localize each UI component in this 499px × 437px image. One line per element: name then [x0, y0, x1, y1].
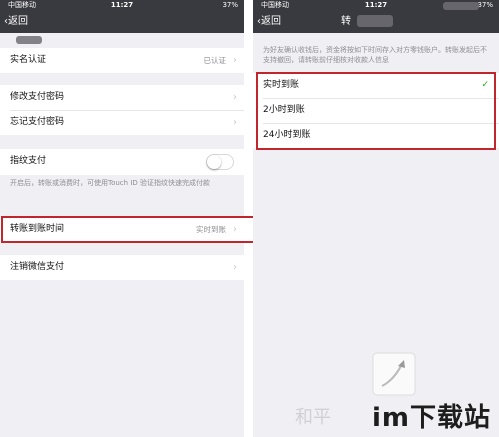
blurred-region: [443, 2, 479, 10]
realname-row[interactable]: 实名认证 已认证 ›: [0, 48, 244, 73]
option-24h-row[interactable]: 24小时到账: [253, 123, 499, 148]
back-label: 返回: [261, 16, 281, 27]
chevron-right-icon: ›: [233, 55, 237, 66]
option-label: 2小时到账: [263, 105, 305, 115]
realname-group: 实名认证 已认证 ›: [0, 48, 244, 73]
cancel-group: 注销微信支付 ›: [0, 255, 244, 280]
fingerprint-label: 指纹支付: [10, 156, 47, 166]
battery-percent: 37%: [222, 1, 238, 9]
transfer-time-row[interactable]: 转账到账时间 实时到账 ›: [0, 217, 244, 242]
transfer-time-group: 转账到账时间 实时到账 ›: [0, 217, 244, 242]
blurred-region: [357, 15, 393, 27]
faint-watermark-text: 和平: [295, 407, 331, 428]
change-password-row[interactable]: 修改支付密码 ›: [0, 85, 244, 110]
change-password-label: 修改支付密码: [10, 92, 65, 102]
realname-status: 已认证: [203, 56, 227, 65]
option-label: 实时到账: [263, 80, 300, 90]
back-button[interactable]: ‹返回: [257, 15, 281, 29]
chevron-right-icon: ›: [233, 224, 237, 235]
transfer-hint: 为好友确认收钱后，资金将按如下时间存入对方零钱账户。转账发起后不支持撤回，请转账…: [263, 46, 487, 64]
chevron-right-icon: ›: [233, 117, 237, 128]
nav-bar: ‹返回: [0, 11, 244, 33]
cancel-wechat-pay-label: 注销微信支付: [10, 262, 65, 272]
toggle-knob: [207, 155, 221, 169]
options-group: 实时到账 ✓ 2小时到账 24小时到账: [253, 73, 499, 148]
password-group: 修改支付密码 › 忘记支付密码 ›: [0, 85, 244, 135]
back-label: 返回: [8, 16, 28, 27]
transfer-time-value: 实时到账: [196, 225, 226, 234]
back-button[interactable]: ‹返回: [4, 15, 28, 29]
chevron-right-icon: ›: [233, 262, 237, 273]
watermark-text: im下载站: [371, 403, 491, 433]
clock: 11:27: [110, 1, 134, 9]
option-realtime-row[interactable]: 实时到账 ✓: [253, 73, 499, 98]
fingerprint-group: 指纹支付: [0, 149, 244, 175]
option-2h-row[interactable]: 2小时到账: [253, 98, 499, 123]
fingerprint-row: 指纹支付: [0, 149, 244, 174]
transfer-time-label: 转账到账时间: [10, 224, 65, 234]
page-title-partial: 转: [341, 16, 351, 27]
cancel-wechat-pay-row[interactable]: 注销微信支付 ›: [0, 255, 244, 280]
chevron-right-icon: ›: [233, 92, 237, 103]
forgot-password-label: 忘记支付密码: [10, 117, 65, 127]
fingerprint-toggle[interactable]: [206, 154, 234, 170]
forgot-password-row[interactable]: 忘记支付密码 ›: [0, 110, 244, 135]
blurred-region: [16, 36, 42, 44]
fingerprint-hint: 开启后，转账或消费时，可使用Touch ID 验证指纹快速完成付款: [10, 179, 210, 187]
checkmark-icon: ✓: [481, 80, 489, 90]
status-bar: 中国移动 11:27 37%: [0, 0, 244, 11]
realname-label: 实名认证: [10, 55, 47, 65]
left-screen: 中国移动 11:27 37% ‹返回 实名认证 已认证 › 修改支付密码 › 忘…: [0, 0, 244, 437]
watermark-logo-icon: [372, 352, 416, 396]
option-label: 24小时到账: [263, 130, 311, 140]
battery-percent: 37%: [477, 1, 493, 9]
